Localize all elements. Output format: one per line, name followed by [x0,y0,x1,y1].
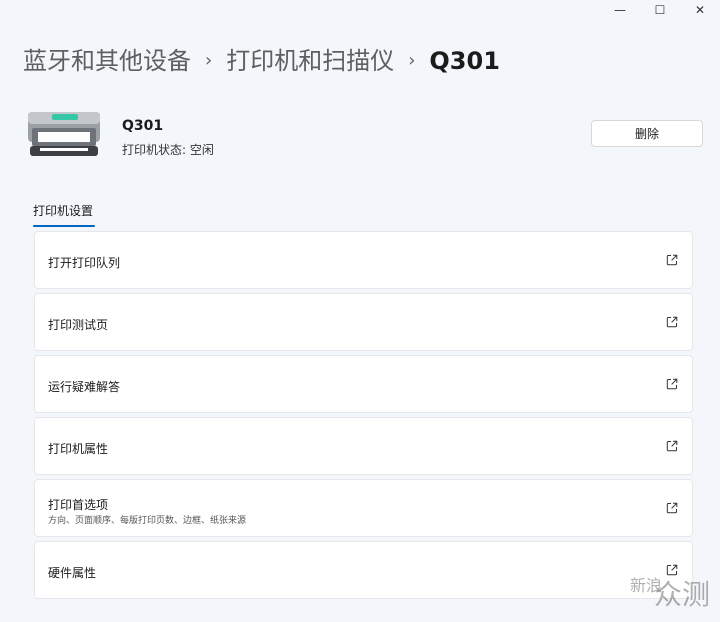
external-link-icon [666,316,678,328]
external-link-icon [666,440,678,452]
device-name: Q301 [122,118,164,134]
tab-printer-settings[interactable]: 打印机设置 [33,202,93,219]
setting-label: 运行疑难解答 [48,380,121,394]
close-button[interactable]: ✕ [680,0,720,20]
external-link-icon [666,502,678,514]
printer-icon [28,112,100,156]
setting-description: 方向、页面顺序、每版打印页数、边框、纸张来源 [48,516,247,526]
breadcrumb-bluetooth-devices[interactable]: 蓝牙和其他设备 [23,44,191,78]
setting-open-print-queue[interactable]: 打开打印队列 [34,231,693,289]
page-title: Q301 [429,47,500,75]
minimize-button[interactable]: — [600,0,640,20]
watermark-small-text: 新浪 [630,576,663,595]
setting-label: 打印机属性 [48,442,109,456]
chevron-right-icon: › [205,50,213,71]
device-header: Q301 打印机状态: 空闲 删除 [26,106,706,162]
setting-label: 打印首选项 [48,498,109,512]
device-status: 打印机状态: 空闲 [122,143,214,157]
watermark: 新浪 众测 [630,575,716,615]
setting-label: 硬件属性 [48,566,97,580]
delete-button[interactable]: 删除 [591,120,703,147]
settings-list: 打开打印队列 打印测试页 运行疑难解答 打印机属性 打印首选项 方向、页面顺序、… [34,231,693,603]
setting-printing-preferences[interactable]: 打印首选项 方向、页面顺序、每版打印页数、边框、纸张来源 [34,479,693,537]
setting-run-troubleshooter[interactable]: 运行疑难解答 [34,355,693,413]
setting-print-test-page[interactable]: 打印测试页 [34,293,693,351]
setting-printer-properties[interactable]: 打印机属性 [34,417,693,475]
setting-hardware-properties[interactable]: 硬件属性 [34,541,693,599]
breadcrumb: 蓝牙和其他设备 › 打印机和扫描仪 › Q301 [23,44,500,78]
external-link-icon [666,378,678,390]
watermark-big-text: 众测 [654,578,711,611]
chevron-right-icon: › [408,50,416,71]
tab-underline [33,225,95,227]
maximize-button[interactable]: ☐ [640,0,680,20]
setting-label: 打开打印队列 [48,256,121,270]
window-controls: — ☐ ✕ [600,0,720,20]
external-link-icon [666,254,678,266]
breadcrumb-printers-scanners[interactable]: 打印机和扫描仪 [226,44,394,78]
setting-label: 打印测试页 [48,318,109,332]
